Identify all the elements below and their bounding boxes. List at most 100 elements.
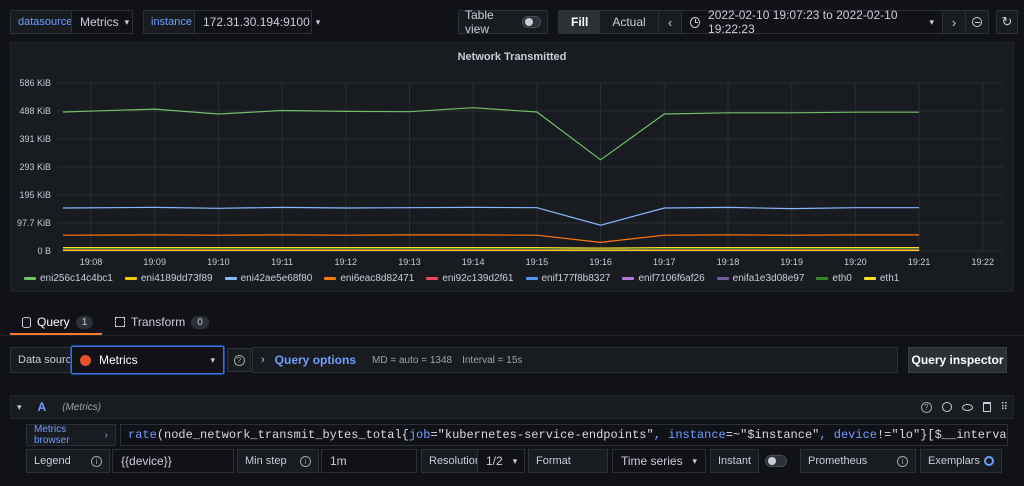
collapse-chevron-icon[interactable]: ▾: [17, 402, 22, 413]
interval-info: Interval = 15s: [462, 354, 523, 366]
instant-switch[interactable]: [765, 455, 787, 467]
legend-item[interactable]: eni4189dd73f89: [124, 273, 213, 284]
database-icon: [22, 316, 31, 328]
x-tick-label: 19:20: [844, 257, 867, 267]
legend-label: eni4189dd73f89: [140, 273, 213, 284]
fill-actual-toggle: Fill Actual: [558, 10, 659, 34]
query-row-actions: ? ⠿: [920, 401, 1008, 413]
x-tick-label: 19:22: [972, 257, 995, 267]
format-value: Time series: [621, 454, 683, 468]
legend-label: enif177f8b8327: [541, 273, 611, 284]
min-step-label-text: Min step: [245, 455, 287, 467]
legend-swatch: [716, 277, 729, 280]
data-source-value: Metrics: [99, 353, 138, 367]
legend-item[interactable]: enifa1e3d08e97: [716, 273, 805, 284]
toggle-visibility-eye-icon[interactable]: [961, 403, 973, 411]
legend-swatch: [525, 277, 538, 280]
instance-variable-select[interactable]: 172.31.30.194:9100 ▾: [194, 10, 320, 34]
legend-item[interactable]: enif7106f6af26: [622, 273, 705, 284]
expr-function: rate: [128, 428, 157, 442]
expr-value-job: ="kubernetes-service-endpoints": [430, 428, 654, 442]
query-ref-id[interactable]: A: [38, 400, 47, 414]
legend-swatch: [863, 277, 876, 280]
tab-transform[interactable]: Transform 0: [115, 315, 209, 329]
zoom-out-button[interactable]: [965, 10, 989, 34]
resolution-select[interactable]: 1/2 ▾: [477, 449, 525, 473]
legend-item[interactable]: eni6eac8d82471: [324, 273, 414, 284]
refresh-icon: ↻: [1001, 14, 1013, 29]
prometheus-label-text: Prometheus: [808, 455, 868, 467]
legend-item[interactable]: eni92c139d2f61: [426, 273, 514, 284]
expr-value-device: !="lo": [876, 428, 921, 442]
query-inspector-button[interactable]: Query inspector: [908, 347, 1007, 373]
table-view-toggle[interactable]: Table view: [458, 8, 548, 36]
min-step-input[interactable]: 1m: [321, 449, 417, 473]
chevron-down-icon: ▾: [315, 16, 321, 27]
min-step-info-icon[interactable]: i: [300, 455, 311, 467]
tab-query[interactable]: Query 1: [22, 315, 94, 329]
x-tick-label: 19:21: [908, 257, 931, 267]
legend-swatch: [426, 277, 439, 280]
metrics-browser-button[interactable]: Metrics browser ›: [26, 424, 116, 446]
legend-input[interactable]: {{device}}: [112, 449, 234, 473]
line-chart[interactable]: 0 B 97.7 KiB 195 KiB 293 KiB 391 KiB 488 KiB 5…: [11, 43, 1015, 273]
tabs-divider: [0, 335, 1024, 336]
drag-handle-icon[interactable]: ⠿: [1001, 402, 1008, 413]
metrics-browser-label: Metrics browser: [34, 424, 70, 446]
x-tick-label: 19:14: [462, 257, 485, 267]
actual-button[interactable]: Actual: [600, 11, 657, 33]
legend-item[interactable]: enif177f8b8327: [525, 273, 611, 284]
legend-item[interactable]: eth0: [816, 273, 852, 284]
legend-swatch: [224, 277, 237, 280]
query-options-bar[interactable]: › Query options MD = auto = 1348 Interva…: [252, 347, 898, 373]
clock-icon: [690, 16, 701, 28]
datasource-variable-select[interactable]: Metrics ▾: [71, 10, 133, 34]
prometheus-logo-icon: [80, 354, 91, 366]
legend-item[interactable]: eni42ae5e68f80: [224, 273, 312, 284]
instance-variable-label: instance: [143, 10, 200, 34]
tab-transform-count: 0: [191, 315, 209, 329]
legend-info-icon[interactable]: i: [91, 455, 102, 467]
legend-label: eni256c14c4bc1: [40, 273, 113, 284]
legend-swatch: [124, 277, 137, 280]
prometheus-info-icon[interactable]: i: [897, 455, 908, 467]
legend-swatch: [622, 277, 635, 280]
table-view-switch[interactable]: [521, 16, 541, 28]
instant-toggle[interactable]: [756, 449, 796, 473]
prometheus-field-label: Prometheus i: [800, 449, 916, 473]
time-range-picker[interactable]: 2022-02-10 19:07:23 to 2022-02-10 19:22:…: [681, 8, 943, 36]
query-help-icon[interactable]: ?: [920, 401, 932, 413]
x-tick-label: 19:11: [271, 257, 293, 267]
refresh-button[interactable]: ↻: [996, 10, 1018, 34]
format-select[interactable]: Time series ▾: [612, 449, 706, 473]
time-back-button[interactable]: ‹: [658, 10, 682, 34]
data-source-picker[interactable]: Metrics ▾: [71, 346, 224, 374]
legend-label: eni6eac8d82471: [340, 273, 415, 284]
expr-metric: (node_network_transmit_bytes_total{: [156, 428, 409, 442]
x-tick-label: 19:08: [80, 257, 103, 267]
exemplars-toggle-icon[interactable]: [984, 456, 994, 466]
resolution-value: 1/2: [486, 454, 503, 468]
promql-query-editor[interactable]: rate (node_network_transmit_bytes_total{j…: [120, 424, 1008, 446]
x-tick-label: 19:15: [526, 257, 549, 267]
y-tick-label: 391 KiB: [19, 134, 51, 144]
fill-button[interactable]: Fill: [559, 11, 601, 33]
y-tick-label: 488 KiB: [19, 106, 51, 116]
time-forward-button[interactable]: ›: [942, 10, 966, 34]
y-tick-label: 586 KiB: [19, 78, 51, 88]
delete-query-trash-icon[interactable]: [982, 402, 991, 412]
datasource-variable-label: datasource: [10, 10, 81, 34]
legend-item[interactable]: eth1: [863, 273, 899, 284]
query-options-label[interactable]: Query options: [275, 353, 356, 367]
chart-legend: eni256c14c4bc1 eni4189dd73f89 eni42ae5e68f…: [24, 273, 899, 284]
data-source-help-button[interactable]: ?: [227, 348, 251, 372]
legend-item[interactable]: eni256c14c4bc1: [24, 273, 113, 284]
legend-swatch: [324, 277, 337, 280]
legend-swatch: [24, 277, 36, 280]
duplicate-query-icon[interactable]: [941, 402, 952, 412]
md-info: MD = auto = 1348: [372, 354, 453, 366]
instance-variable-value: 172.31.30.194:9100: [203, 15, 310, 29]
legend-label-text: Legend: [34, 455, 71, 467]
series-line: [63, 248, 920, 250]
legend-label: enifa1e3d08e97: [732, 273, 805, 284]
